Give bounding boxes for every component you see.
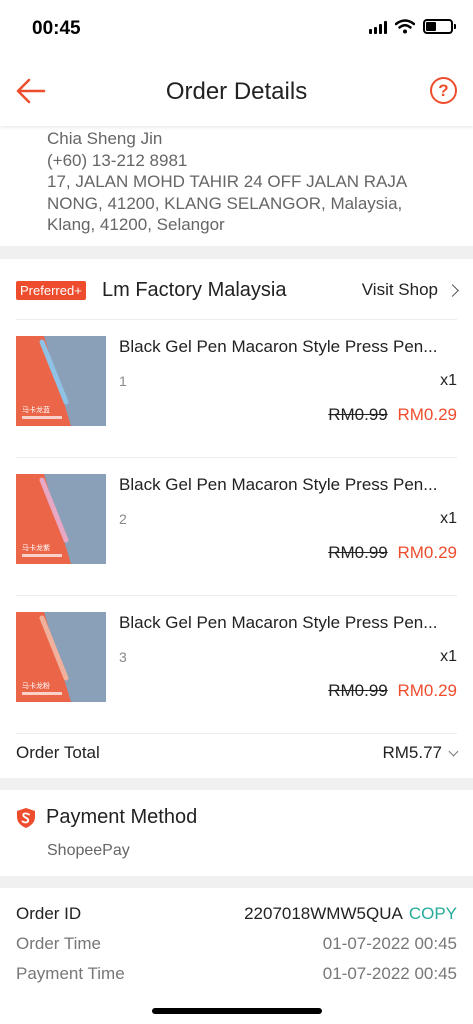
product-quantity: x1 xyxy=(440,648,457,665)
order-total-label: Order Total xyxy=(16,743,100,762)
svg-text:马卡龙紫: 马卡龙紫 xyxy=(22,543,50,552)
recipient-name: Chia Sheng Jin xyxy=(47,129,163,148)
svg-text:马卡龙蓝: 马卡龙蓝 xyxy=(22,405,50,414)
wifi-icon xyxy=(395,19,415,34)
product-variation: 3 xyxy=(119,649,127,665)
discounted-price: RM0.29 xyxy=(397,405,457,424)
product-price-row: RM0.99 RM0.29 xyxy=(328,543,457,563)
discounted-price: RM0.29 xyxy=(397,543,457,562)
product-image: 马卡龙蓝 xyxy=(16,336,106,426)
order-time-label: Order Time xyxy=(16,934,102,953)
address-line-2: NONG, 41200, KLANG SELANGOR, Malaysia, xyxy=(47,193,403,213)
copy-button[interactable]: COPY xyxy=(409,904,457,924)
payment-method-title: Payment Method xyxy=(46,806,198,828)
order-total-value: RM5.77 xyxy=(382,743,442,762)
product-quantity: x1 xyxy=(440,510,457,527)
status-bar: 00:45 xyxy=(0,0,473,58)
signal-icon xyxy=(369,20,387,34)
product-title: Black Gel Pen Macaron Style Press Pen... xyxy=(119,475,438,494)
address-line-3: Klang, 41200, Selangor xyxy=(47,215,225,234)
address-line-1: 17, JALAN MOHD TAHIR 24 OFF JALAN RAJA xyxy=(47,172,408,191)
product-variation: 1 xyxy=(119,373,127,389)
chevron-down-icon xyxy=(448,746,459,756)
product-title: Black Gel Pen Macaron Style Press Pen... xyxy=(119,337,438,356)
product-quantity: x1 xyxy=(440,372,457,389)
payment-time-value: 01-07-2022 00:45 xyxy=(322,964,457,983)
payment-method-section: Payment Method ShopeePay xyxy=(0,790,473,876)
original-price: RM0.99 xyxy=(328,543,388,562)
product-image: 马卡龙紫 xyxy=(16,474,106,564)
status-icons xyxy=(369,19,456,34)
order-total-row[interactable]: Order Total RM5.77 xyxy=(16,737,459,778)
shield-s-icon xyxy=(17,808,35,828)
original-price: RM0.99 xyxy=(328,681,388,700)
product-item[interactable]: 马卡龙紫 Black Gel Pen Macaron Style Press P… xyxy=(16,458,457,596)
visit-shop-label: Visit Shop xyxy=(361,280,438,299)
product-price-row: RM0.99 RM0.29 xyxy=(328,681,457,701)
question-circle-icon[interactable]: ? xyxy=(430,77,457,104)
payment-method-value: ShopeePay xyxy=(47,842,130,859)
order-time-value: 01-07-2022 00:45 xyxy=(322,934,457,953)
shop-header: Preferred+ Lm Factory Malaysia Visit Sho… xyxy=(16,259,459,320)
product-variation: 2 xyxy=(119,511,127,527)
order-id-value: 2207018WMW5QUA xyxy=(244,904,403,923)
home-indicator[interactable] xyxy=(152,1008,322,1014)
status-time: 00:45 xyxy=(32,18,81,39)
payment-time-label: Payment Time xyxy=(16,964,125,983)
shop-name[interactable]: Lm Factory Malaysia xyxy=(102,279,287,302)
order-id-label: Order ID xyxy=(16,904,82,923)
shop-section: Preferred+ Lm Factory Malaysia Visit Sho… xyxy=(0,259,473,778)
recipient-phone: (+60) 13-212 8981 xyxy=(47,150,188,170)
nav-bar: Order Details ? xyxy=(0,58,473,126)
discounted-price: RM0.29 xyxy=(397,681,457,700)
chevron-right-icon xyxy=(446,284,459,297)
product-item[interactable]: 马卡龙蓝 Black Gel Pen Macaron Style Press P… xyxy=(16,320,457,458)
order-info-section: Order ID 2207018WMW5QUA COPY Order Time … xyxy=(0,888,473,1024)
shipping-address: Chia Sheng Jin (+60) 13-212 8981 17, JAL… xyxy=(0,126,473,246)
order-total-value-group: RM5.77 xyxy=(382,743,459,763)
battery-icon xyxy=(423,19,456,34)
product-image: 马卡龙粉 xyxy=(16,612,106,702)
page-title: Order Details xyxy=(165,78,308,105)
preferred-badge: Preferred+ xyxy=(16,281,86,300)
product-title: Black Gel Pen Macaron Style Press Pen... xyxy=(119,613,438,632)
product-price-row: RM0.99 RM0.29 xyxy=(328,405,457,425)
svg-text:马卡龙粉: 马卡龙粉 xyxy=(22,681,50,690)
order-id-group: 2207018WMW5QUA COPY xyxy=(244,904,457,924)
product-item[interactable]: 马卡龙粉 Black Gel Pen Macaron Style Press P… xyxy=(16,596,457,734)
visit-shop-button[interactable]: Visit Shop xyxy=(361,280,459,300)
original-price: RM0.99 xyxy=(328,405,388,424)
